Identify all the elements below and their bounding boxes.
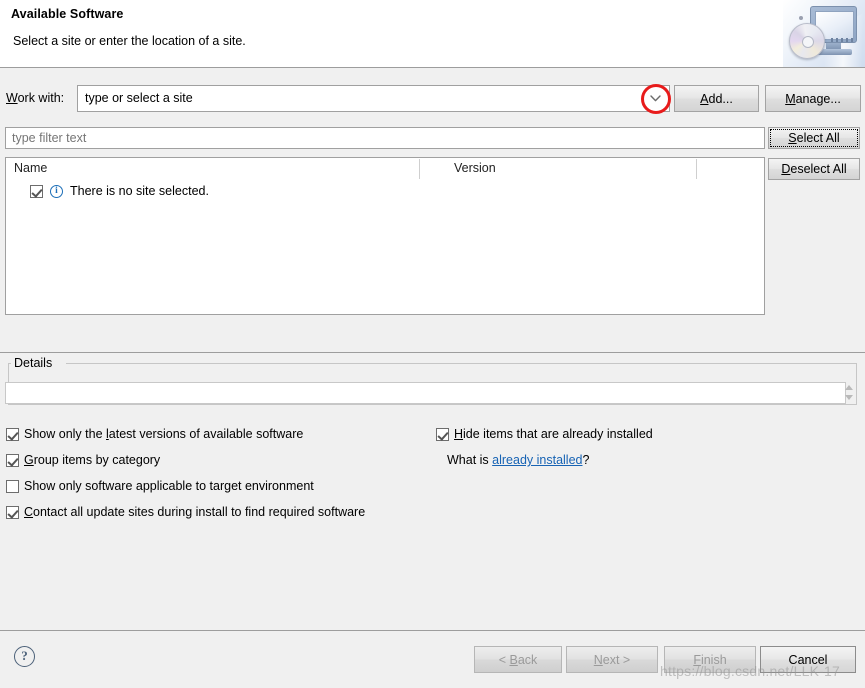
already-installed-link[interactable]: already installed — [492, 453, 582, 467]
table-row[interactable]: i There is no site selected. — [6, 182, 764, 202]
triangle-up-icon[interactable] — [845, 385, 853, 390]
option-label: Show only software applicable to target … — [24, 479, 314, 493]
horizontal-separator — [0, 352, 865, 353]
page-subtitle: Select a site or enter the location of a… — [13, 34, 246, 48]
option-label: Contact all update sites during install … — [24, 505, 366, 519]
checkbox-show-latest-versions[interactable] — [6, 427, 19, 441]
option-contact-all-update-sites[interactable]: Contact all update sites during install … — [6, 505, 365, 519]
option-label: Group items by category — [24, 453, 161, 467]
filter-input[interactable]: type filter text — [5, 127, 765, 149]
work-with-input-value: type or select a site — [85, 91, 193, 105]
work-with-label: Work with: — [6, 91, 65, 105]
chevron-down-icon[interactable] — [650, 95, 661, 102]
checkbox-group-by-category[interactable] — [6, 453, 19, 467]
dialog-header: Available Software Select a site or ente… — [0, 0, 865, 68]
option-label: Show only the latest versions of availab… — [24, 427, 304, 441]
footer-separator — [0, 630, 865, 631]
triangle-down-icon[interactable] — [845, 395, 853, 400]
finish-button[interactable]: Finish — [664, 646, 756, 673]
column-header-version[interactable]: Version — [454, 161, 496, 175]
whatis-prefix: What is — [447, 453, 493, 467]
work-with-combo[interactable]: type or select a site — [77, 85, 670, 112]
page-title: Available Software — [11, 7, 124, 21]
option-show-applicable-to-target[interactable]: Show only software applicable to target … — [6, 479, 314, 493]
table-header-row: Name Version — [6, 158, 764, 180]
deselect-all-button[interactable]: Deselect All — [768, 158, 860, 180]
details-text-area[interactable] — [5, 382, 846, 404]
option-label: Hide items that are already installed — [454, 427, 653, 441]
info-icon: i — [50, 185, 63, 198]
add-button[interactable]: Add... — [674, 85, 759, 112]
checkbox-contact-all-update-sites[interactable] — [6, 505, 19, 519]
software-tree-table[interactable]: Name Version i There is no site selected… — [5, 157, 765, 315]
next-button[interactable]: Next > — [566, 646, 658, 673]
checkbox-hide-already-installed[interactable] — [436, 427, 449, 441]
select-all-button[interactable]: Select All — [768, 127, 860, 149]
option-group-by-category[interactable]: Group items by category — [6, 453, 160, 467]
help-question-icon[interactable]: ? — [14, 646, 35, 667]
option-show-latest-versions[interactable]: Show only the latest versions of availab… — [6, 427, 303, 441]
option-hide-already-installed[interactable]: Hide items that are already installed — [436, 427, 653, 441]
what-is-already-installed-text: What is already installed? — [447, 453, 589, 467]
manage-button[interactable]: Manage... — [765, 85, 861, 112]
back-button[interactable]: < Back — [474, 646, 562, 673]
checkbox-show-applicable-to-target[interactable] — [6, 479, 19, 493]
details-label: Details — [11, 356, 56, 370]
row-checkbox[interactable] — [30, 185, 43, 198]
column-header-name[interactable]: Name — [14, 161, 47, 175]
filter-placeholder: type filter text — [12, 131, 87, 145]
details-scroll-spinner[interactable] — [843, 380, 856, 406]
cancel-button[interactable]: Cancel — [760, 646, 856, 673]
row-name-label: There is no site selected. — [70, 184, 209, 198]
whatis-suffix: ? — [582, 453, 590, 467]
computer-with-cd-icon — [783, 0, 865, 67]
